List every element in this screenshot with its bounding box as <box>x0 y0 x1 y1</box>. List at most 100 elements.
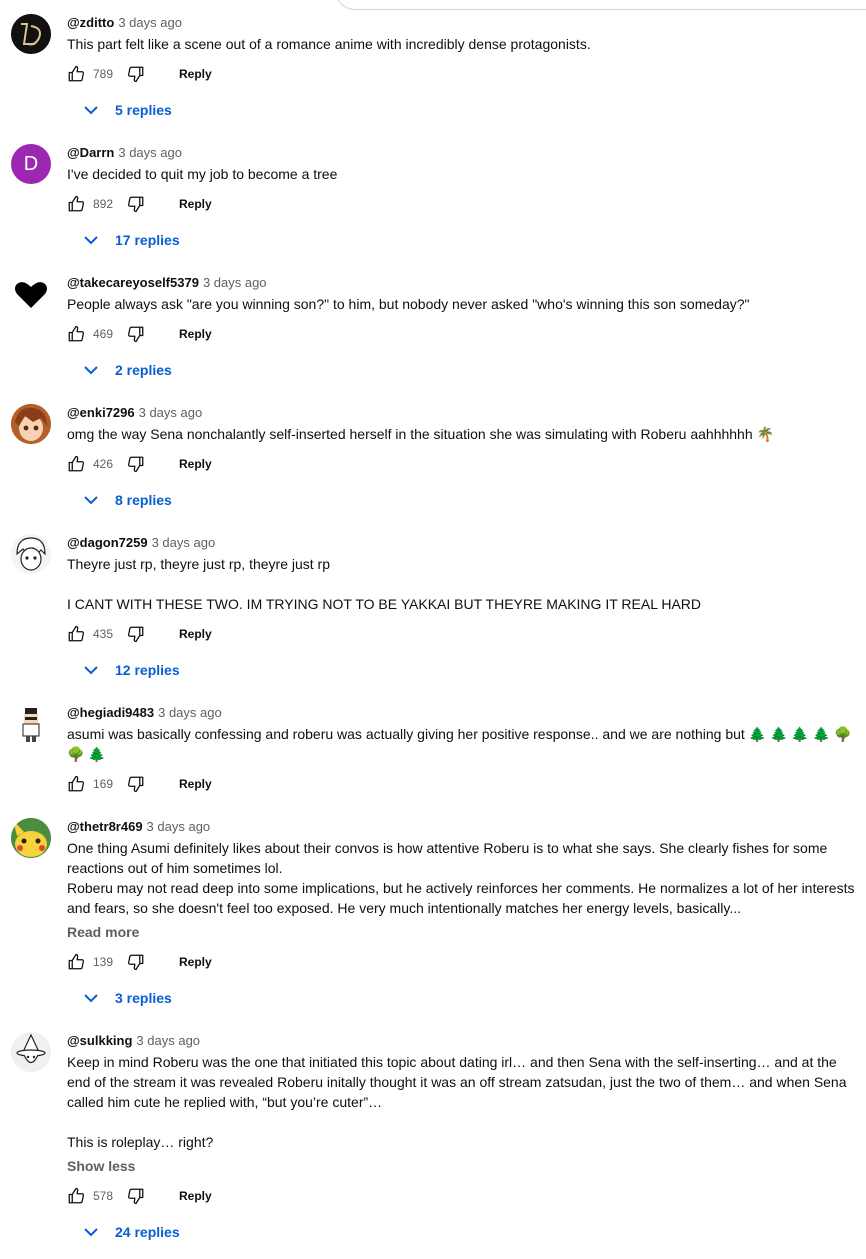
like-button[interactable] <box>67 65 85 83</box>
avatar[interactable] <box>11 274 51 314</box>
view-replies-button[interactable]: 3 replies <box>67 982 172 1014</box>
comment-author[interactable]: @Darrn <box>67 145 114 160</box>
chevron-down-icon <box>79 986 103 1010</box>
like-count: 892 <box>93 197 114 211</box>
read-more-button[interactable]: Read more <box>67 922 858 942</box>
replies-count: 8 replies <box>115 492 172 508</box>
like-button[interactable] <box>67 325 85 343</box>
reply-button[interactable]: Reply <box>179 67 212 81</box>
view-replies-button[interactable]: 5 replies <box>67 94 172 126</box>
dislike-button[interactable] <box>127 953 145 971</box>
avatar[interactable] <box>11 818 51 858</box>
thumbs-down-icon <box>127 1188 144 1205</box>
view-replies-button[interactable]: 8 replies <box>67 484 172 516</box>
reply-button[interactable]: Reply <box>179 777 212 791</box>
comment-author[interactable]: @takecareyoself5379 <box>67 275 199 290</box>
dislike-button[interactable] <box>127 325 145 343</box>
chevron-down-icon <box>79 488 103 512</box>
comment-text: This part felt like a scene out of a rom… <box>67 36 591 52</box>
thumbs-up-icon <box>68 195 85 212</box>
avatar-letter: D <box>23 152 39 175</box>
thumbs-up-icon <box>68 775 85 792</box>
like-button[interactable] <box>67 1187 85 1205</box>
replies-count: 5 replies <box>115 102 172 118</box>
comment-text: People always ask "are you winning son?"… <box>67 296 750 312</box>
reply-button[interactable]: Reply <box>179 627 212 641</box>
reply-button[interactable]: Reply <box>179 955 212 969</box>
like-count: 169 <box>93 777 114 791</box>
like-count: 426 <box>93 457 114 471</box>
like-button[interactable] <box>67 195 85 213</box>
thumbs-down-icon <box>127 66 144 83</box>
heart-icon <box>15 282 47 308</box>
thumbs-up-icon <box>68 65 85 82</box>
reply-button[interactable]: Reply <box>179 457 212 471</box>
show-less-button[interactable]: Show less <box>67 1156 858 1176</box>
view-replies-button[interactable]: 2 replies <box>67 354 172 386</box>
chevron-down-icon <box>79 228 103 252</box>
reply-button[interactable]: Reply <box>179 327 212 341</box>
like-button[interactable] <box>67 455 85 473</box>
like-button[interactable] <box>67 953 85 971</box>
reply-button[interactable]: Reply <box>179 1189 212 1203</box>
like-count: 578 <box>93 1189 114 1203</box>
thumbs-up-icon <box>68 953 85 970</box>
comment-time[interactable]: 3 days ago <box>118 145 182 160</box>
comment-author[interactable]: @zditto <box>67 15 114 30</box>
chevron-down-icon <box>79 1220 103 1244</box>
comment-text: asumi was basically confessing and rober… <box>67 726 852 762</box>
dislike-button[interactable] <box>127 775 145 793</box>
avatar[interactable] <box>11 534 51 574</box>
thumbs-down-icon <box>127 954 144 971</box>
comment-time[interactable]: 3 days ago <box>158 705 222 720</box>
reply-button[interactable]: Reply <box>179 197 212 211</box>
replies-count: 2 replies <box>115 362 172 378</box>
like-count: 435 <box>93 627 114 641</box>
avatar[interactable]: D <box>11 144 51 184</box>
chevron-down-icon <box>79 358 103 382</box>
comment-time[interactable]: 3 days ago <box>147 819 211 834</box>
comment-author[interactable]: @thetr8r469 <box>67 819 143 834</box>
dislike-button[interactable] <box>127 455 145 473</box>
comment-time[interactable]: 3 days ago <box>152 535 216 550</box>
like-button[interactable] <box>67 625 85 643</box>
comment-author[interactable]: @sulkking <box>67 1033 132 1048</box>
comment-time[interactable]: 3 days ago <box>203 275 267 290</box>
chevron-down-icon <box>79 658 103 682</box>
avatar[interactable] <box>11 1032 51 1072</box>
pikachu-icon <box>11 818 51 858</box>
comment-time[interactable]: 3 days ago <box>139 405 203 420</box>
comment-time[interactable]: 3 days ago <box>136 1033 200 1048</box>
comment-text: I've decided to quit my job to become a … <box>67 166 338 182</box>
replies-count: 12 replies <box>115 662 180 678</box>
thumbs-down-icon <box>127 456 144 473</box>
comment-text: Theyre just rp, theyre just rp, theyre j… <box>67 556 702 612</box>
comment-text: omg the way Sena nonchalantly self-inser… <box>67 426 774 442</box>
avatar[interactable] <box>11 14 51 54</box>
comment-author[interactable]: @enki7296 <box>67 405 135 420</box>
dislike-button[interactable] <box>127 195 145 213</box>
avatar[interactable] <box>11 404 51 444</box>
comment-text: Keep in mind Roberu was the one that ini… <box>67 1054 847 1150</box>
view-replies-button[interactable]: 12 replies <box>67 654 180 686</box>
comment-author[interactable]: @dagon7259 <box>67 535 148 550</box>
replies-count: 3 replies <box>115 990 172 1006</box>
like-count: 139 <box>93 955 114 969</box>
view-replies-button[interactable]: 17 replies <box>67 224 180 256</box>
dislike-button[interactable] <box>127 625 145 643</box>
avatar[interactable] <box>11 704 51 744</box>
dislike-button[interactable] <box>127 65 145 83</box>
view-replies-button[interactable]: 24 replies <box>67 1216 180 1248</box>
thumbs-down-icon <box>127 196 144 213</box>
thumbs-up-icon <box>68 455 85 472</box>
replies-count: 17 replies <box>115 232 180 248</box>
thumbs-up-icon <box>68 625 85 642</box>
chevron-down-icon <box>79 98 103 122</box>
comment-author[interactable]: @hegiadi9483 <box>67 705 154 720</box>
anime-character-icon <box>11 404 51 444</box>
comment-time[interactable]: 3 days ago <box>118 15 182 30</box>
like-button[interactable] <box>67 775 85 793</box>
search-bar-edge[interactable] <box>335 0 866 10</box>
logo-icon <box>11 14 51 54</box>
dislike-button[interactable] <box>127 1187 145 1205</box>
